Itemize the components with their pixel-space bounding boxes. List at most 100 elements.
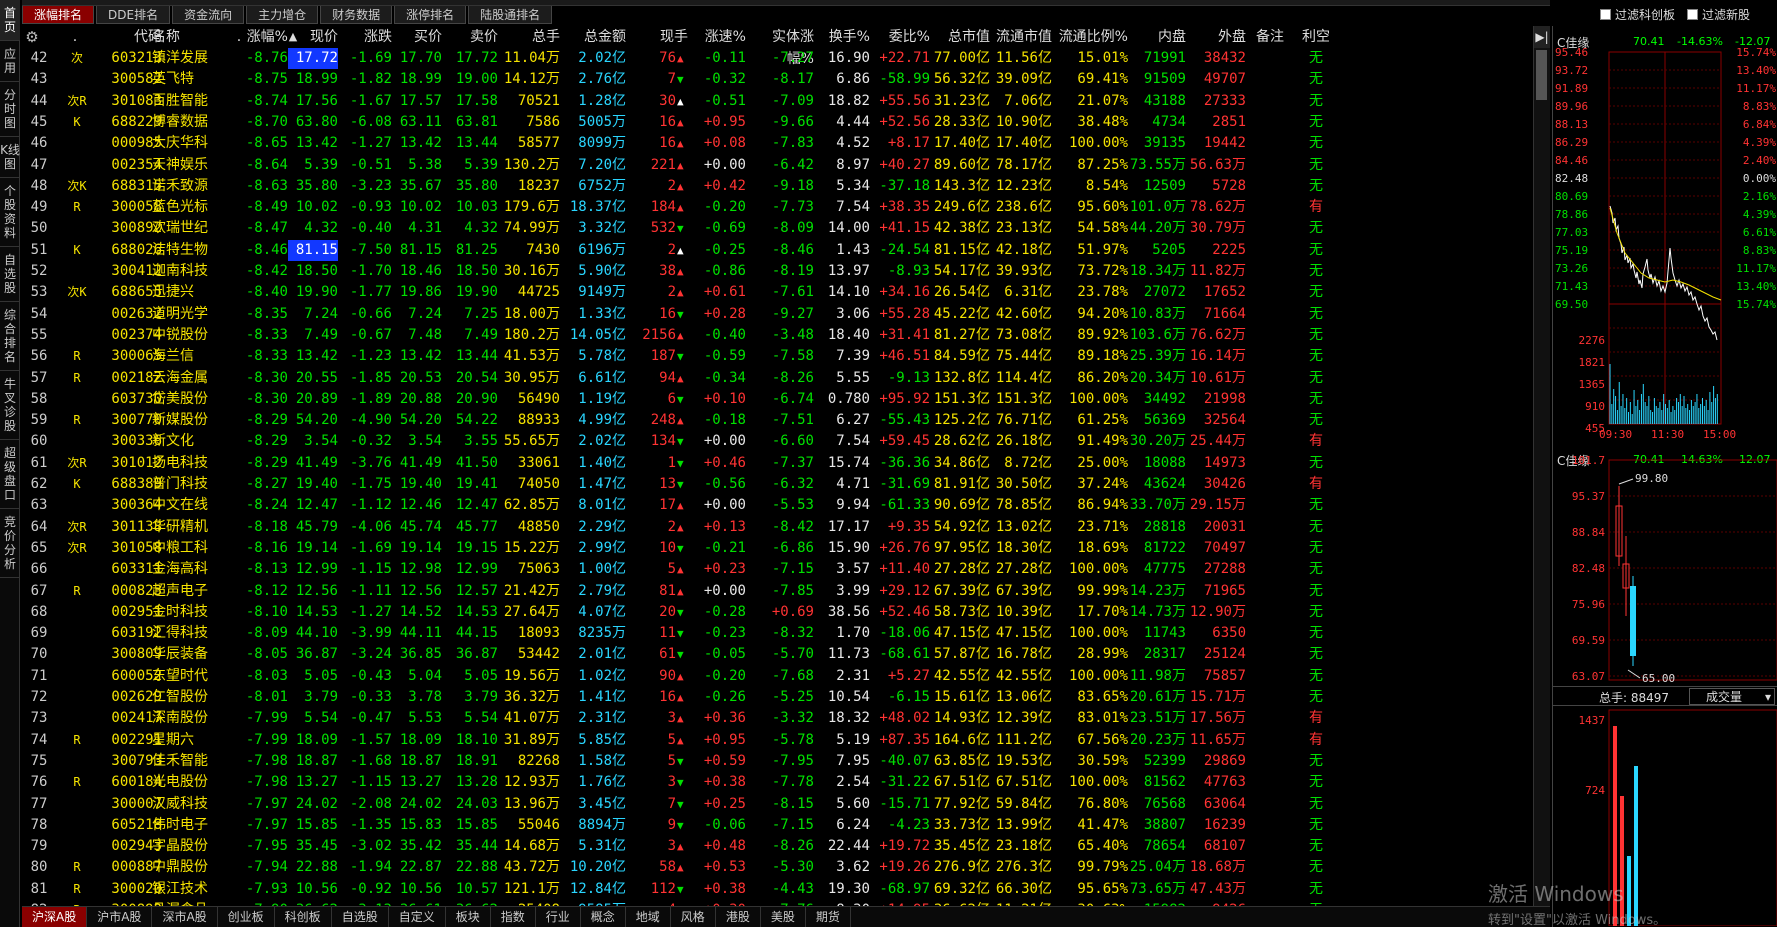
column-header[interactable]: 利空 [1296, 26, 1336, 48]
column-header[interactable] [22, 26, 56, 48]
leftnav-item[interactable]: 应用 [0, 41, 20, 82]
leftnav-item[interactable]: 个股资料 [0, 178, 20, 247]
column-header[interactable]: 流通市值 [990, 26, 1052, 48]
table-row[interactable]: 48 次K 688315 诺禾致源 -8.63 35.80 -3.23 35.67 35.80 1… [22, 176, 1550, 197]
table-row[interactable]: 73 002417 深南股份 -7.99 5.54 -0.47 5.53 5.54 41.07万… [22, 708, 1550, 729]
tab-5[interactable]: 涨停排名 [394, 6, 467, 24]
tab-6[interactable]: 陆股通排名 [468, 6, 553, 24]
table-row[interactable]: 57 R 002182 云海金属 -8.30 20.55 -1.85 20.53 20.54 30… [22, 368, 1550, 389]
table-row[interactable]: 61 次R 301012 扬电科技 -8.29 41.49 -3.76 41.49 41.50 3… [22, 453, 1550, 474]
table-row[interactable]: 65 次R 301058 中粮工科 -8.16 19.14 -1.69 19.14 19.15 1… [22, 538, 1550, 559]
bottom-tab[interactable]: 创业板 [218, 907, 275, 927]
column-header[interactable]: 流通比例% [1052, 26, 1128, 48]
table-row[interactable]: 77 300007 汉威科技 -7.97 24.02 -2.08 24.02 24.03 13.… [22, 794, 1550, 815]
table-row[interactable]: 76 R 600184 光电股份 -7.98 13.27 -1.15 13.27 13.28 12… [22, 772, 1550, 793]
table-row[interactable]: 68 002951 金时科技 -8.10 14.53 -1.27 14.52 14.53 27.… [22, 602, 1550, 623]
column-header[interactable]: 实体涨幅% [746, 26, 814, 67]
bottom-tab[interactable]: 美股 [761, 907, 806, 927]
column-header[interactable]: 现手 [626, 26, 688, 48]
bottom-tab[interactable]: 行业 [536, 907, 581, 927]
bottom-tab[interactable]: 指数 [491, 907, 536, 927]
table-row[interactable]: 45 K 688229 博睿数据 -8.70 63.80 -6.08 63.11 63.81 75… [22, 112, 1550, 133]
table-row[interactable]: 53 次K 688655 迅捷兴 -8.40 19.90 -1.77 19.86 19.90 44… [22, 282, 1550, 303]
table-row[interactable]: 46 000985 大庆华科 -8.65 13.42 -1.27 13.42 13.44 585… [22, 133, 1550, 154]
bottom-tab[interactable]: 板块 [446, 907, 491, 927]
tab-4[interactable]: 财务数据 [320, 6, 393, 24]
table-row[interactable]: 69 603192 汇得科技 -8.09 44.10 -3.99 44.11 44.15 180… [22, 623, 1550, 644]
vertical-scrollbar[interactable]: ▶| [1533, 26, 1550, 906]
collapse-arrow-icon[interactable]: ▶| [1534, 26, 1550, 48]
bottom-tab[interactable]: 自定义 [389, 907, 446, 927]
column-header[interactable]: 买价 [392, 26, 442, 48]
scrollbar-thumb[interactable] [1536, 50, 1547, 100]
bottom-tab[interactable]: 深市A股 [152, 907, 218, 927]
column-header[interactable]: 总手 [498, 26, 560, 48]
table-row[interactable]: 51 K 688026 洁特生物 -8.46 81.15 -7.50 81.15 81.25 74… [22, 239, 1550, 261]
table-row[interactable]: 78 605218 伟时电子 -7.97 15.85 -1.35 15.83 15.85 550… [22, 815, 1550, 836]
table-row[interactable]: 47 002354 天神娱乐 -8.64 5.39 -0.51 5.38 5.39 130.2万… [22, 155, 1550, 176]
bottom-tab[interactable]: 概念 [581, 907, 626, 927]
column-header[interactable]: 涨幅% [244, 26, 288, 48]
table-row[interactable]: 52 300412 迦南科技 -8.42 18.50 -1.70 18.46 18.50 30.… [22, 261, 1550, 282]
column-header[interactable]: 涨速% [690, 26, 746, 48]
leftnav-item[interactable]: 首页 [0, 0, 20, 41]
column-header[interactable]: 涨跌 [338, 26, 392, 48]
table-row[interactable]: 60 300336 新文化 -8.29 3.54 -0.32 3.54 3.55 55.65万 2… [22, 431, 1550, 452]
column-header[interactable]: 换手% [814, 26, 870, 48]
bottom-tab[interactable]: 沪市A股 [87, 907, 153, 927]
tab-2[interactable]: 资金流向 [172, 6, 245, 24]
leftnav-item[interactable]: 综合排名 [0, 302, 20, 371]
leftnav-item[interactable]: 超级盘口 [0, 440, 20, 509]
column-header[interactable]: 总市值 [930, 26, 990, 48]
table-row[interactable]: 54 002632 道明光学 -8.35 7.24 -0.66 7.24 7.25 18.00万… [22, 304, 1550, 325]
table-row[interactable]: 63 300364 中文在线 -8.24 12.47 -1.12 12.46 12.47 62.… [22, 495, 1550, 516]
leftnav-item[interactable]: 牛叉诊股 [0, 371, 20, 440]
leftnav-item[interactable]: 竞价分析 [0, 509, 20, 578]
checkbox-icon[interactable] [1600, 9, 1611, 20]
table-row[interactable]: 66 603311 金海高科 -8.13 12.99 -1.15 12.98 12.99 750… [22, 559, 1550, 580]
tab-0[interactable]: 涨幅排名 [22, 6, 95, 24]
bottom-tab[interactable]: 期货 [806, 907, 851, 927]
column-header[interactable]: 内盘 [1128, 26, 1186, 48]
bottom-tab[interactable]: 科创板 [275, 907, 332, 927]
table-row[interactable]: 44 次R 301083 百胜智能 -8.74 17.56 -1.67 17.57 17.58 7… [22, 91, 1550, 112]
tab-1[interactable]: DDE排名 [96, 6, 171, 24]
column-header[interactable]: 委比% [870, 26, 930, 48]
table-row[interactable]: 70 300809 华辰装备 -8.05 36.87 -3.24 36.85 36.87 534… [22, 644, 1550, 665]
leftnav-item[interactable]: 分时图 [0, 82, 20, 137]
table-row[interactable]: 72 002629 仁智股份 -8.01 3.79 -0.33 3.78 3.79 36.32万… [22, 687, 1550, 708]
table-row[interactable]: 75 300793 佳禾智能 -7.98 18.87 -1.68 18.87 18.91 822… [22, 751, 1550, 772]
leftnav-item[interactable]: K线图 [0, 137, 20, 178]
column-header[interactable]: 名称 [152, 26, 236, 48]
table-row[interactable]: 56 R 300065 海兰信 -8.33 13.42 -1.23 13.42 13.44 41.… [22, 346, 1550, 367]
bottom-tab[interactable]: 港股 [716, 907, 761, 927]
column-header[interactable]: 备注 [1248, 26, 1292, 48]
filter-star-market[interactable]: 过滤科创板 [1600, 6, 1675, 23]
table-row[interactable]: 49 R 300058 蓝色光标 -8.49 10.02 -0.93 10.02 10.03 17… [22, 197, 1550, 218]
leftnav-item[interactable]: 自选股 [0, 247, 20, 302]
table-row[interactable]: 59 R 300770 新媒股份 -8.29 54.20 -4.90 54.20 54.22 88… [22, 410, 1550, 431]
indicator-select[interactable]: 成交量 ▾ [1689, 688, 1775, 705]
bottom-tab[interactable]: 沪深A股 [22, 907, 88, 927]
table-row[interactable]: 80 R 000887 中鼎股份 -7.94 22.88 -1.94 22.87 22.88 43… [22, 857, 1550, 878]
table-row[interactable]: 79 002943 宇晶股份 -7.95 35.45 -3.02 35.42 35.44 14.… [22, 836, 1550, 857]
table-row[interactable]: 43 300582 英飞特 -8.75 18.99 -1.82 18.99 19.00 14.1… [22, 69, 1550, 90]
checkbox-icon[interactable] [1687, 9, 1699, 20]
sort-desc-icon[interactable]: ▲ [288, 26, 298, 48]
bottom-tab[interactable]: 风格 [671, 907, 716, 927]
bottom-tab[interactable]: 地域 [626, 907, 671, 927]
table-row[interactable]: 64 次R 301138 华研精机 -8.18 45.79 -4.06 45.74 45.77 4… [22, 517, 1550, 538]
filter-new-stock[interactable]: 过滤新股 [1687, 6, 1750, 23]
tab-3[interactable]: 主力增仓 [246, 6, 319, 24]
table-row[interactable]: 42 次 603213 镇洋发展 -8.76 17.72 -1.69 17.70 17.72 11… [22, 48, 1550, 70]
table-row[interactable]: 55 002374 中锐股份 -8.33 7.49 -0.67 7.48 7.49 180.2万… [22, 325, 1550, 346]
column-header[interactable]: 总金额 [560, 26, 626, 48]
table-row[interactable]: 67 R 000823 超声电子 -8.12 12.56 -1.11 12.56 12.57 21… [22, 581, 1550, 602]
table-row[interactable]: 62 K 688389 普门科技 -8.27 19.40 -1.75 19.40 19.41 74… [22, 474, 1550, 495]
table-row[interactable]: 74 R 002291 星期六 -7.99 18.09 -1.57 18.09 18.10 31.… [22, 730, 1550, 751]
column-header[interactable]: 外盘 [1186, 26, 1246, 48]
table-row[interactable]: 71 600052 东望时代 -8.03 5.05 -0.43 5.04 5.05 19.56万… [22, 666, 1550, 687]
table-row[interactable]: 81 R 300020 银江技术 -7.93 10.56 -0.92 10.56 10.57 12… [22, 879, 1550, 900]
table-row[interactable]: 58 603730 岱美股份 -8.30 20.89 -1.89 20.88 20.90 564… [22, 389, 1550, 410]
table-row[interactable]: 50 300892 欢瑞世纪 -8.47 4.32 -0.40 4.31 4.32 74.99万… [22, 218, 1550, 239]
